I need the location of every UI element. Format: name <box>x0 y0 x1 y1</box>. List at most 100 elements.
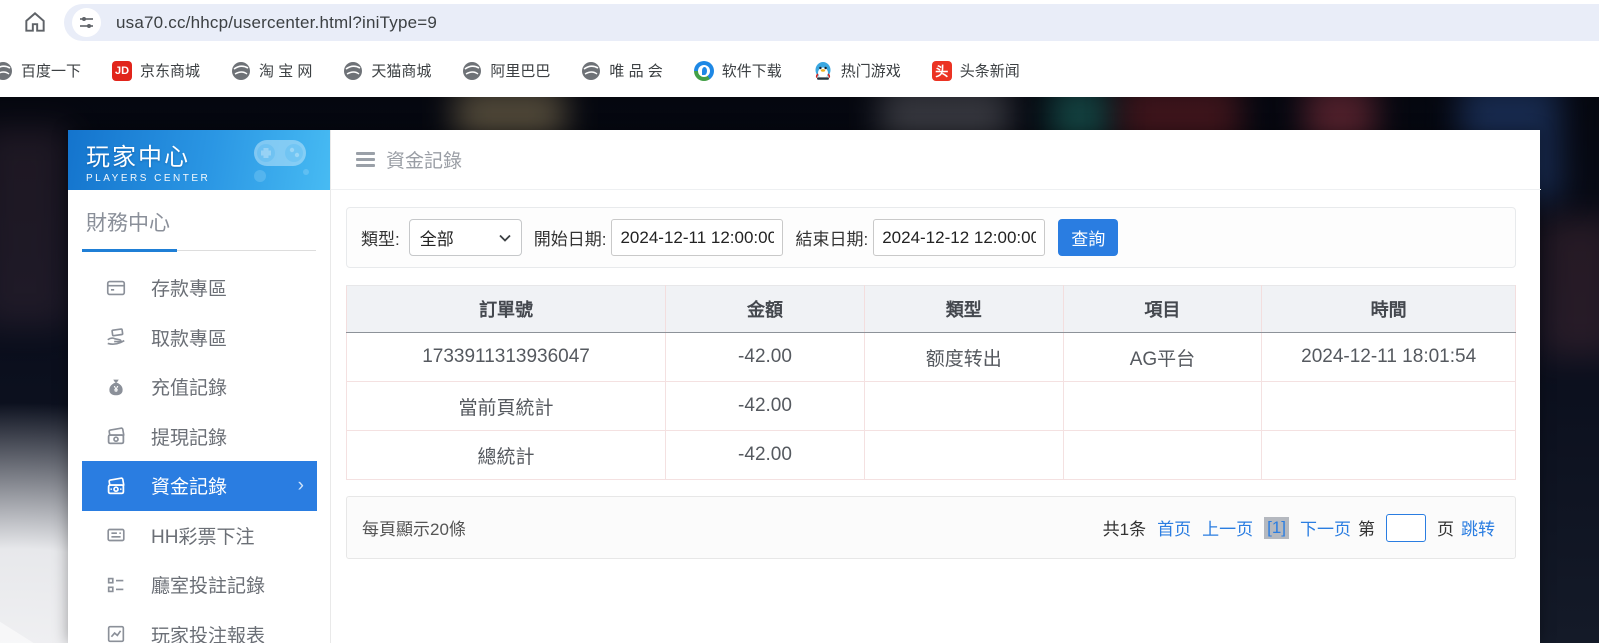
bookmark-label: 天猫商城 <box>371 63 432 80</box>
funds-record-table: 訂單號 金額 類型 項目 時間 1733911313936047 -42.00 … <box>345 285 1516 480</box>
browser-chrome: usa70.cc/hhcp/usercenter.html?iniType=9 <box>0 0 1599 44</box>
globe-icon <box>581 61 601 81</box>
address-bar[interactable]: usa70.cc/hhcp/usercenter.html?iniType=9 <box>64 4 1599 41</box>
end-date-label: 結束日期: <box>795 230 869 249</box>
bookmark-label: 热门游戏 <box>840 63 901 80</box>
globe-icon <box>231 61 251 81</box>
bookmark-taobao[interactable]: 淘 宝 网 <box>231 60 312 81</box>
content-area: 資金記錄 類型: 全部 開始日期: 結束日期: 查詢 訂單號 金額 <box>330 130 1541 643</box>
table-cell-amount: -42.00 <box>665 332 865 382</box>
chevron-down-icon <box>499 234 511 242</box>
url-text[interactable]: usa70.cc/hhcp/usercenter.html?iniType=9 <box>116 13 437 33</box>
table-cell-type: 额度转出 <box>863 332 1064 382</box>
column-header-time: 時間 <box>1261 285 1516 333</box>
globe-icon <box>343 61 363 81</box>
table-cell-empty <box>1261 381 1516 431</box>
prev-page-link[interactable]: 上一页 <box>1202 515 1253 540</box>
table-row-page-total: 當前頁統計 -42.00 <box>345 381 1516 431</box>
sidebar-item-hh-lottery[interactable]: HH彩票下注 <box>82 511 317 561</box>
column-header-order-no: 訂單號 <box>345 285 667 333</box>
start-date-input[interactable] <box>611 219 784 256</box>
current-page-indicator: [1] <box>1264 516 1289 539</box>
sidebar-item-label: 充值記錄 <box>151 378 228 400</box>
background-blur-blob <box>0 127 70 327</box>
recharge-icon: ¥ <box>105 376 127 398</box>
table-cell-empty <box>863 430 1064 480</box>
table-cell-time: 2024-12-11 18:01:54 <box>1261 332 1516 382</box>
first-page-link[interactable]: 首页 <box>1157 515 1191 540</box>
bookmarks-bar: 百度一下 JD 京东商城 淘 宝 网 天猫商城 阿里巴巴 唯 品 会 软件下载 <box>0 44 1599 97</box>
sidebar-header: 玩家中心 PLAYERS CENTER <box>68 130 330 190</box>
bookmark-label: 头条新闻 <box>959 63 1020 80</box>
lottery-bet-icon <box>105 524 127 546</box>
table-cell-empty <box>863 381 1064 431</box>
bookmark-vip[interactable]: 唯 品 会 <box>581 60 663 81</box>
search-button[interactable]: 查詢 <box>1058 219 1119 256</box>
sidebar-item-label: 資金記錄 <box>151 477 228 499</box>
filter-bar: 類型: 全部 開始日期: 結束日期: 查詢 <box>346 207 1516 268</box>
table-cell-label: 總統計 <box>345 430 667 480</box>
table-cell-label: 當前頁統計 <box>345 381 667 431</box>
bookmark-games[interactable]: 热门游戏 <box>813 60 901 81</box>
gamepad-icon <box>254 140 309 182</box>
cashout-icon <box>105 425 127 447</box>
sidebar-item-funds-record[interactable]: 資金記錄 › <box>82 461 317 511</box>
page-jump-input[interactable] <box>1386 513 1426 542</box>
total-count-text: 共1条 <box>1102 520 1147 539</box>
bookmark-tmall[interactable]: 天猫商城 <box>343 60 431 81</box>
bookmark-toutiao[interactable]: 头 头条新闻 <box>931 60 1020 81</box>
deposit-icon <box>105 277 127 299</box>
bookmark-jd[interactable]: JD 京东商城 <box>112 60 200 81</box>
sidebar-item-label: 存款專區 <box>151 279 228 301</box>
sidebar-item-label: HH彩票下注 <box>151 526 255 548</box>
sidebar-item-recharge[interactable]: ¥ 充值記錄 <box>82 362 317 412</box>
bookmark-software[interactable]: 软件下载 <box>693 60 782 81</box>
type-select[interactable]: 全部 <box>408 219 522 256</box>
bookmark-label: 淘 宝 网 <box>259 63 313 80</box>
user-center-panel: 玩家中心 PLAYERS CENTER 財務中心 存款專區 取款專區 ¥ 充值記… <box>68 130 1541 643</box>
table-cell-empty <box>1062 381 1263 431</box>
sidebar-item-label: 取款專區 <box>151 328 228 350</box>
bookmark-baidu[interactable]: 百度一下 <box>0 60 81 81</box>
next-page-link[interactable]: 下一页 <box>1300 515 1351 540</box>
withdraw-icon <box>105 326 127 348</box>
funds-record-icon <box>105 475 127 497</box>
penguin-game-icon <box>813 61 833 81</box>
site-settings-icon[interactable] <box>72 8 101 37</box>
software-download-icon <box>693 60 714 81</box>
jump-link[interactable]: 跳转 <box>1461 515 1495 540</box>
sidebar-item-deposit[interactable]: 存款專區 <box>82 263 317 313</box>
bookmark-label: 软件下载 <box>721 63 782 80</box>
sidebar-item-label: 廳室投註記錄 <box>151 576 266 598</box>
section-divider <box>68 249 330 252</box>
column-header-type: 類型 <box>863 285 1064 333</box>
bookmark-label: 阿里巴巴 <box>490 63 551 80</box>
background-blur-blob <box>1540 217 1599 357</box>
page-size-text: 每頁顯示20條 <box>362 520 466 539</box>
sidebar-item-label: 玩家投注報表 <box>151 625 266 643</box>
page-title: 資金記錄 <box>386 151 463 172</box>
globe-icon <box>462 61 482 81</box>
sidebar-item-hall-bets[interactable]: 廳室投註記錄 <box>82 560 317 610</box>
end-date-input[interactable] <box>873 219 1046 256</box>
hall-bet-record-icon <box>105 574 127 596</box>
sidebar-item-cashout[interactable]: 提現記錄 <box>82 412 317 462</box>
sidebar-item-player-report[interactable]: 玩家投注報表 <box>82 610 317 643</box>
menu-toggle-icon[interactable] <box>356 152 375 167</box>
table-row-grand-total: 總統計 -42.00 <box>345 430 1516 480</box>
table-header-row: 訂單號 金額 類型 項目 時間 <box>345 285 1516 333</box>
bookmark-label: 百度一下 <box>21 63 82 80</box>
table-cell-order-no: 1733911313936047 <box>345 332 667 382</box>
bookmark-alibaba[interactable]: 阿里巴巴 <box>462 60 550 81</box>
report-chart-icon <box>105 623 127 643</box>
table-cell-amount: -42.00 <box>665 430 865 480</box>
column-header-amount: 金額 <box>665 285 865 333</box>
sidebar-item-withdraw[interactable]: 取款專區 <box>82 313 317 363</box>
jd-logo-icon: JD <box>112 60 133 81</box>
finance-center-section-title: 財務中心 <box>86 212 170 235</box>
type-label: 類型: <box>361 230 400 249</box>
home-icon[interactable] <box>22 9 48 35</box>
table-cell-item: AG平台 <box>1062 332 1263 382</box>
table-cell-empty <box>1261 430 1516 480</box>
start-date-label: 開始日期: <box>533 230 607 249</box>
